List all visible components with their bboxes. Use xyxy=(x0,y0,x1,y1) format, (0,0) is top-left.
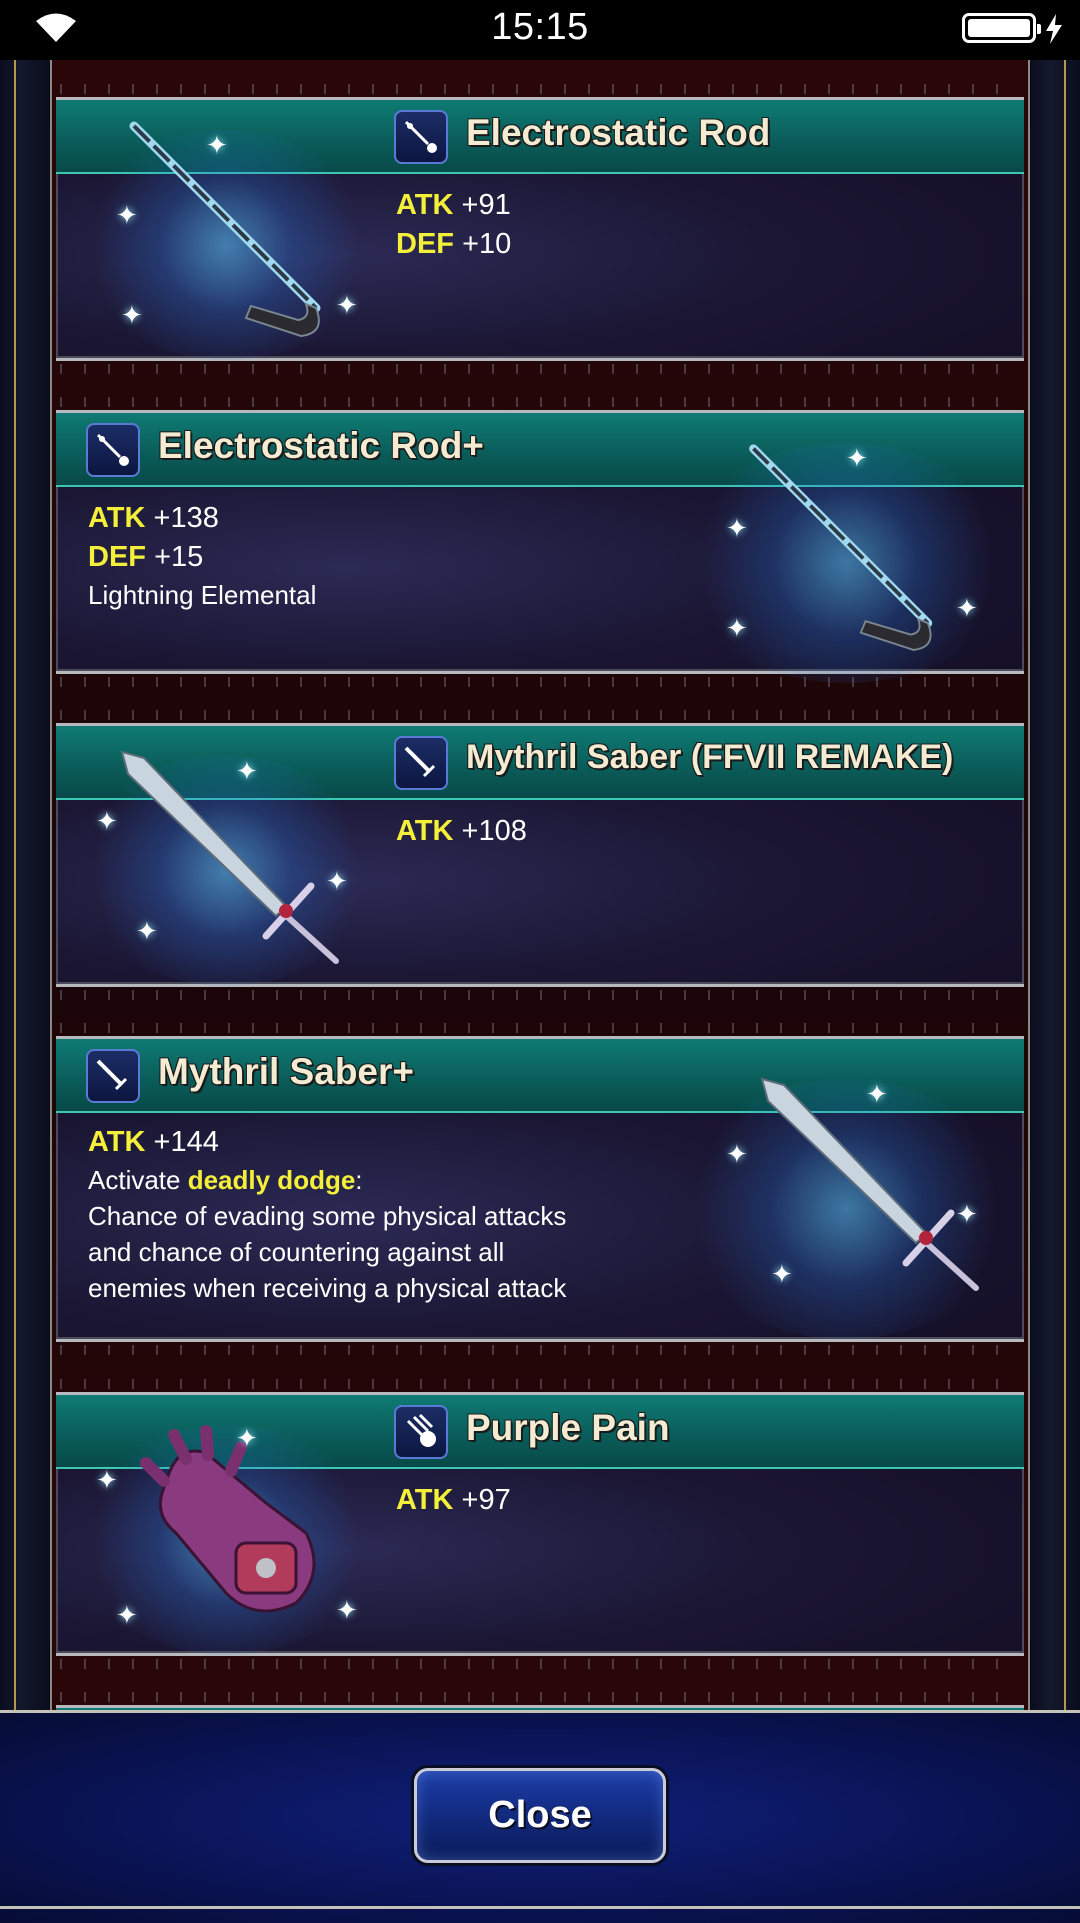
sparkle-icon: ✦ xyxy=(116,200,138,230)
weapon-description: and chance of countering against all xyxy=(88,1237,505,1267)
weapon-name: Mythril Saber+ xyxy=(158,1051,415,1092)
rod-icon xyxy=(394,110,448,164)
sparkle-icon: ✦ xyxy=(136,916,158,946)
sparkle-icon: ✦ xyxy=(96,806,118,836)
weapon-stats: ATK +144 Activate deadly dodge: Chance o… xyxy=(88,1123,566,1306)
weapon-list[interactable]: ✦ ✦ ✦ ✦ Electrostatic Rod ATK +91 DEF +1… xyxy=(52,60,1028,1710)
charging-icon xyxy=(1046,14,1062,44)
right-frame xyxy=(1028,60,1080,1710)
weapon-name: Purple Pain xyxy=(466,1407,670,1448)
weapon-card[interactable]: ✦ ✦ ✦ ✦ Electrostatic Rod ATK +91 DEF +1… xyxy=(56,84,1024,374)
sparkle-icon: ✦ xyxy=(206,130,228,160)
sparkle-icon: ✦ xyxy=(956,1199,978,1229)
weapon-description: Lightning Elemental xyxy=(88,580,317,610)
status-bar: 15:15 xyxy=(0,0,1080,60)
sparkle-icon: ✦ xyxy=(726,1139,748,1169)
rod-image xyxy=(749,444,933,651)
sparkle-icon: ✦ xyxy=(866,1079,888,1109)
sparkle-icon: ✦ xyxy=(336,290,358,320)
ability-line: Activate deadly dodge: xyxy=(88,1165,363,1195)
sparkle-icon: ✦ xyxy=(846,443,868,473)
weapon-stats: ATK +97 xyxy=(396,1484,511,1516)
weapon-card[interactable]: ✦ ✦ ✦ ✦ Mythril Saber+ ATK +144 Activate… xyxy=(56,1023,1024,1355)
sparkle-icon: ✦ xyxy=(956,593,978,623)
weapon-card[interactable]: ✦ ✦ ✦ ✦ Mythril Saber (FFVII REMAKE) ATK… xyxy=(56,710,1024,1000)
left-frame xyxy=(0,60,52,1710)
bottom-bar: Close xyxy=(0,1710,1080,1923)
sparkle-icon: ✦ xyxy=(726,513,748,543)
weapon-stats: ATK +108 xyxy=(396,815,527,847)
weapon-description: Chance of evading some physical attacks xyxy=(88,1201,567,1231)
sword-icon xyxy=(86,1049,140,1103)
weapon-description: enemies when receiving a physical attack xyxy=(88,1273,567,1303)
status-time: 15:15 xyxy=(491,6,589,48)
weapon-stats: ATK +91 DEF +10 xyxy=(396,189,512,260)
sparkle-icon: ✦ xyxy=(236,756,258,786)
sparkle-icon: ✦ xyxy=(96,1465,118,1495)
weapon-name: Electrostatic Rod xyxy=(466,112,771,153)
weapon-card[interactable]: ✦ ✦ ✦ ✦ Electrostatic Rod+ ATK +138 DEF … xyxy=(56,397,1024,687)
sword-icon xyxy=(394,736,448,790)
sparkle-icon: ✦ xyxy=(336,1595,358,1625)
sparkle-icon: ✦ xyxy=(121,300,143,330)
sparkle-icon: ✦ xyxy=(771,1259,793,1289)
sparkle-icon: ✦ xyxy=(116,1600,138,1630)
weapon-stats: ATK +138 DEF +15 Lightning Elemental xyxy=(88,499,316,613)
rod-icon xyxy=(86,423,140,477)
battery-icon xyxy=(962,13,1041,43)
rod-image xyxy=(129,121,321,338)
sparkle-icon: ✦ xyxy=(236,1423,258,1453)
sparkle-icon: ✦ xyxy=(726,613,748,643)
glove-icon xyxy=(394,1405,448,1459)
weapon-name: Mythril Saber (FFVII REMAKE) xyxy=(466,738,954,776)
sparkle-icon: ✦ xyxy=(326,866,348,896)
weapon-card[interactable]: ✦ ✦ ✦ ✦ Purple Pain ATK +97 xyxy=(56,1379,1024,1669)
close-button[interactable]: Close xyxy=(414,1768,666,1863)
weapon-name: Electrostatic Rod+ xyxy=(158,425,484,466)
